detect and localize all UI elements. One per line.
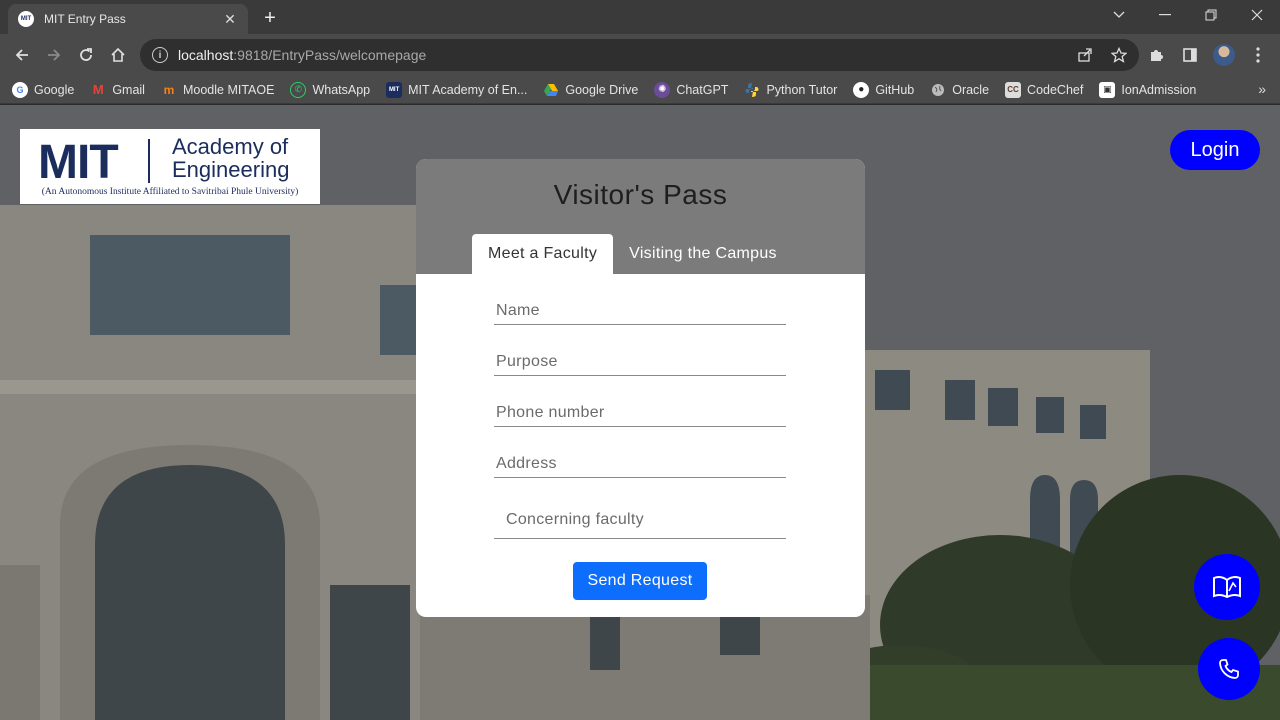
bookmark-gmail[interactable]: M Gmail bbox=[90, 82, 145, 98]
bookmark-label: ChatGPT bbox=[676, 82, 729, 97]
guide-button[interactable] bbox=[1194, 554, 1260, 620]
side-panel-icon[interactable] bbox=[1178, 43, 1202, 67]
browser-tab-strip: MIT MIT Entry Pass ✕ + bbox=[0, 0, 1280, 34]
profile-avatar[interactable] bbox=[1212, 43, 1236, 67]
visitor-form: Name Purpose Phone number Address Concer… bbox=[494, 299, 786, 564]
bookmark-google[interactable]: G Google bbox=[12, 81, 75, 98]
phone-number-input[interactable]: Phone number bbox=[494, 401, 786, 427]
browser-toolbar: i localhost:9818/EntryPass/welcomepage bbox=[0, 34, 1280, 76]
bookmark-label: Moodle MITAOE bbox=[182, 82, 275, 97]
logo-academy-line2: Engineering bbox=[172, 157, 290, 182]
bookmark-label: CodeChef bbox=[1027, 82, 1084, 97]
close-window-button[interactable] bbox=[1234, 0, 1280, 30]
bookmark-drive[interactable]: Google Drive bbox=[543, 82, 638, 98]
address-input[interactable]: Address bbox=[494, 452, 786, 478]
tab-close-icon[interactable]: ✕ bbox=[222, 11, 238, 27]
bookmark-label: MIT Academy of En... bbox=[408, 82, 528, 97]
drive-icon bbox=[543, 82, 559, 98]
new-tab-button[interactable]: + bbox=[258, 6, 282, 30]
mit-icon: MIT bbox=[386, 81, 403, 98]
back-icon[interactable] bbox=[10, 43, 34, 67]
bookmark-python-tutor[interactable]: Python Tutor bbox=[744, 82, 837, 98]
name-input[interactable]: Name bbox=[494, 299, 786, 325]
chatgpt-icon: ✺ bbox=[654, 81, 671, 98]
minimize-button[interactable] bbox=[1142, 0, 1188, 30]
bookmark-oracle[interactable]: Oracle bbox=[930, 82, 989, 98]
bookmark-label: Google Drive bbox=[565, 82, 639, 97]
logo-academy-text: Academy of Engineering bbox=[172, 135, 289, 181]
logo-mit-text: MIT bbox=[38, 136, 119, 189]
bookmark-label: Oracle bbox=[952, 82, 990, 97]
ion-icon: ▣ bbox=[1099, 81, 1116, 98]
bookmark-ionadmission[interactable]: ▣ IonAdmission bbox=[1099, 81, 1197, 98]
codechef-icon: CC bbox=[1005, 81, 1022, 98]
login-button[interactable]: Login bbox=[1170, 130, 1260, 170]
gmail-icon: M bbox=[92, 82, 104, 97]
card-header: Visitor's Pass Meet a Faculty Visiting t… bbox=[416, 159, 865, 274]
bookmark-label: WhatsApp bbox=[312, 82, 371, 97]
bookmark-chatgpt[interactable]: ✺ ChatGPT bbox=[654, 81, 729, 98]
send-request-button[interactable]: Send Request bbox=[573, 562, 707, 600]
logo-divider bbox=[148, 139, 150, 183]
globe-icon bbox=[930, 82, 946, 98]
address-bar[interactable]: i localhost:9818/EntryPass/welcomepage bbox=[140, 39, 1139, 71]
google-icon: G bbox=[12, 81, 28, 98]
extensions-icon[interactable] bbox=[1144, 43, 1168, 67]
forward-icon[interactable] bbox=[42, 43, 66, 67]
visitor-pass-card: Visitor's Pass Meet a Faculty Visiting t… bbox=[416, 159, 865, 617]
concerning-faculty-select[interactable]: Concerning faculty bbox=[494, 503, 786, 539]
home-icon[interactable] bbox=[106, 43, 130, 67]
contact-call-button[interactable] bbox=[1198, 638, 1260, 700]
card-title: Visitor's Pass bbox=[553, 179, 728, 210]
bookmark-label: Python Tutor bbox=[766, 82, 838, 97]
tab-favicon-icon: MIT bbox=[18, 11, 34, 27]
browser-tab[interactable]: MIT MIT Entry Pass ✕ bbox=[8, 4, 248, 34]
bookmark-star-icon[interactable] bbox=[1107, 43, 1131, 67]
welcome-page: MIT Academy of Engineering (An Autonomou… bbox=[0, 105, 1280, 720]
bookmarks-overflow-icon[interactable]: » bbox=[1258, 81, 1266, 97]
url-path: :9818/EntryPass/welcomepage bbox=[233, 47, 427, 63]
bookmark-label: IonAdmission bbox=[1121, 82, 1197, 97]
purpose-input[interactable]: Purpose bbox=[494, 350, 786, 376]
reload-icon[interactable] bbox=[74, 43, 98, 67]
bookmark-codechef[interactable]: CC CodeChef bbox=[1005, 81, 1084, 98]
site-info-icon[interactable]: i bbox=[152, 47, 168, 63]
tab-meet-a-faculty[interactable]: Meet a Faculty bbox=[472, 234, 614, 274]
bookmark-label: Google bbox=[34, 82, 75, 97]
menu-kebab-icon[interactable] bbox=[1246, 43, 1270, 67]
book-icon bbox=[1213, 575, 1241, 599]
institute-logo[interactable]: MIT Academy of Engineering (An Autonomou… bbox=[20, 129, 320, 204]
bookmark-moodle[interactable]: m Moodle MITAOE bbox=[161, 82, 275, 98]
tab-search-icon[interactable] bbox=[1096, 0, 1142, 30]
moodle-icon: m bbox=[163, 82, 175, 97]
bookmark-whatsapp[interactable]: ✆ WhatsApp bbox=[290, 81, 371, 98]
github-icon: ● bbox=[853, 81, 870, 98]
bookmark-mit[interactable]: MIT MIT Academy of En... bbox=[386, 81, 528, 98]
bookmark-label: GitHub bbox=[875, 82, 915, 97]
bookmark-github[interactable]: ● GitHub bbox=[853, 81, 915, 98]
tab-visiting-the-campus[interactable]: Visiting the Campus bbox=[613, 234, 793, 274]
tab-title: MIT Entry Pass bbox=[44, 12, 126, 26]
bookmark-label: Gmail bbox=[112, 82, 145, 97]
logo-academy-line1: Academy of bbox=[172, 134, 289, 159]
url-host: localhost bbox=[178, 47, 234, 63]
restore-button[interactable] bbox=[1188, 0, 1234, 30]
whatsapp-icon: ✆ bbox=[290, 81, 307, 98]
logo-subtitle: (An Autonomous Institute Affiliated to S… bbox=[41, 187, 299, 197]
window-controls bbox=[1096, 0, 1280, 30]
phone-icon bbox=[1219, 659, 1239, 679]
pass-type-tabs: Meet a Faculty Visiting the Campus bbox=[472, 234, 793, 274]
share-icon[interactable] bbox=[1073, 43, 1097, 67]
python-icon bbox=[744, 82, 760, 98]
bookmarks-bar: G Google M Gmail m Moodle MITAOE ✆ Whats… bbox=[0, 76, 1280, 104]
